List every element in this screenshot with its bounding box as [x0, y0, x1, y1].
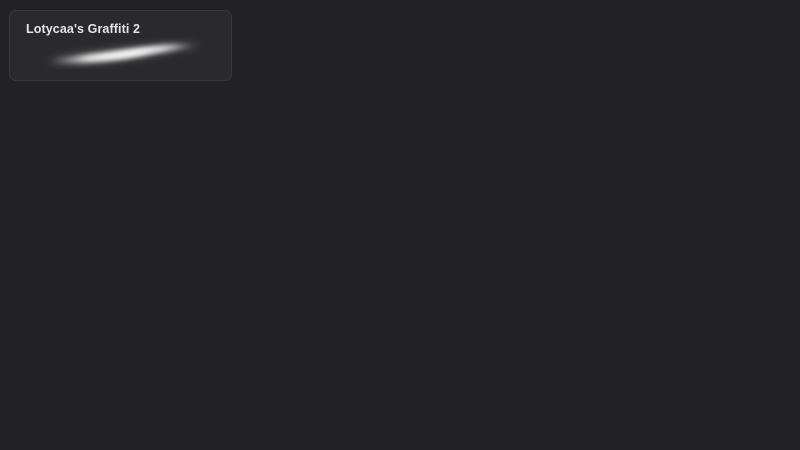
brush-item-card[interactable]: Lotycaa's Graffiti 2 — [9, 10, 232, 81]
brush-name-label: Lotycaa's Graffiti 2 — [26, 22, 141, 36]
brush-stroke-preview — [46, 43, 203, 63]
brush-library-canvas: { "brush_library": { "items": [ { "name"… — [0, 0, 800, 450]
